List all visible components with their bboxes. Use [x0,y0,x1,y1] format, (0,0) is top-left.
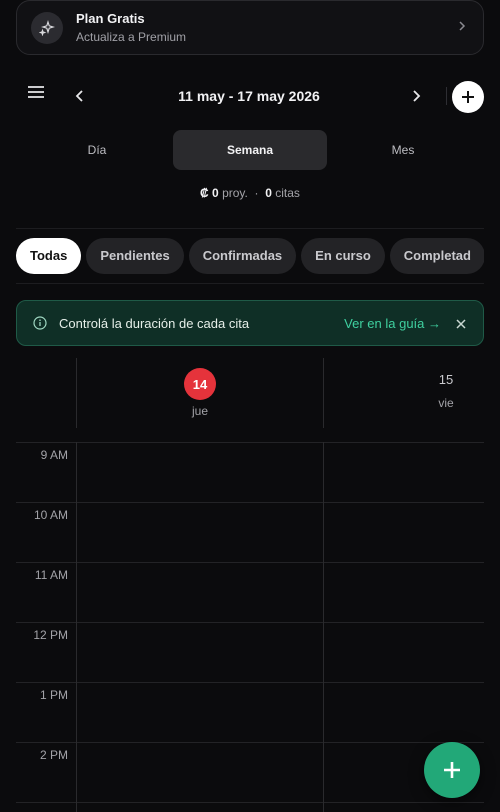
tab-week[interactable]: Semana [173,130,327,170]
calendar-grid[interactable]: 9 AM 10 AM 11 AM 12 PM 1 PM 2 PM [16,442,484,812]
status-filter-chips: Todas Pendientes Confirmadas En curso Comple… [16,238,484,274]
day-of-week-label: vie [438,396,454,410]
hour-line [16,622,484,623]
hour-label: 1 PM [39,688,68,702]
hour-label: 11 AM [34,568,68,582]
close-icon[interactable] [455,317,467,329]
header-divider [446,87,447,105]
day-of-week-label: jue [191,404,208,418]
add-appointment-button[interactable] [452,81,484,113]
plan-subtitle: Actualiza a Premium [76,29,187,44]
plus-icon [444,762,460,778]
column-divider [323,358,324,428]
filter-all[interactable]: Todas [16,238,82,274]
filter-pending[interactable]: Pendientes [86,238,184,274]
plan-title: Plan Gratis [76,10,145,26]
hour-label: 10 AM [33,508,68,522]
hour-line [16,502,484,503]
view-switcher: Día Semana Mes [20,130,480,170]
projected-amount: ₡ 0 [200,186,219,200]
day-number[interactable]: 15 [426,372,466,387]
hour-line [16,682,484,683]
calendar-day-header: 14 jue 15 vie [16,358,484,428]
summary-separator: · [254,186,259,200]
sparkles-icon [31,11,63,44]
hour-label: 12 PM [33,628,68,642]
app-root: Plan Gratis Actualiza a Premium 11 may -… [0,0,500,812]
appointment-count-label: citas [275,186,300,200]
week-navigation: 11 may - 17 may 2026 [0,80,500,114]
today-date-badge[interactable]: 14 [184,368,216,400]
menu-icon[interactable] [27,83,45,101]
divider [16,283,484,284]
tab-month[interactable]: Mes [326,130,480,170]
chevron-right-icon[interactable] [408,88,424,104]
new-appointment-fab[interactable] [424,742,480,798]
guide-link[interactable]: Ver en la guía → [344,316,441,331]
appointment-count: 0 [265,186,272,200]
tab-day[interactable]: Día [20,130,174,170]
divider [16,228,484,229]
week-summary: ₡ 0 proy. · 0 citas [0,186,500,200]
hour-label: 9 AM [40,448,68,462]
plan-banner[interactable]: Plan Gratis Actualiza a Premium [16,0,484,55]
plus-icon [462,91,474,103]
hour-line [16,742,484,743]
column-divider [76,442,77,812]
column-divider [323,442,324,812]
tip-banner: Controlá la duración de cada cita Ver en… [16,300,484,346]
tip-text: Controlá la duración de cada cita [59,315,250,331]
column-divider [76,358,77,428]
filter-in-progress[interactable]: En curso [301,238,385,274]
filter-completed[interactable]: Completad [389,238,484,274]
filter-confirmed[interactable]: Confirmadas [188,238,297,274]
info-icon [33,316,47,330]
hour-line [16,562,484,563]
chevron-right-icon [457,19,467,37]
projected-label: proy. [222,186,248,200]
hour-line [16,802,484,803]
chevron-left-icon[interactable] [72,88,88,104]
hour-line [16,442,484,443]
hour-label: 2 PM [39,748,68,762]
date-range-label: 11 may - 17 may 2026 [178,88,320,104]
